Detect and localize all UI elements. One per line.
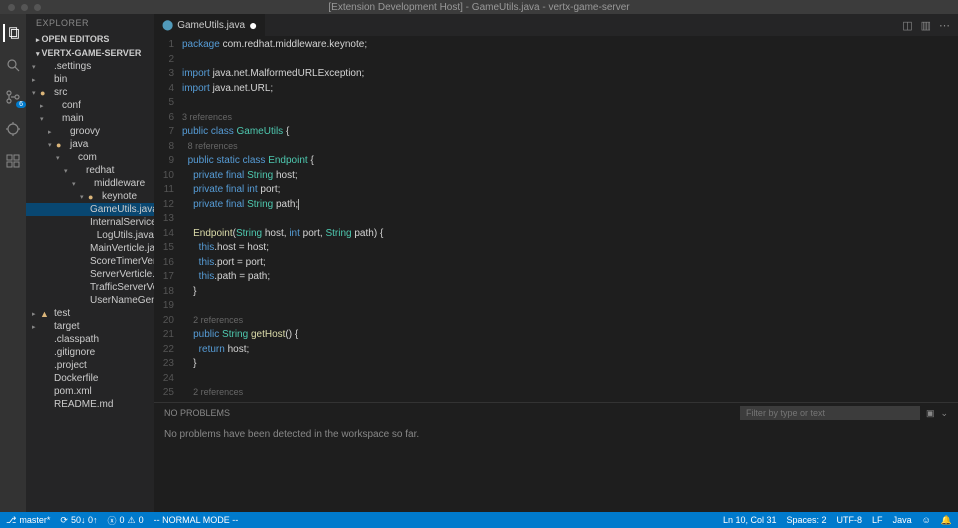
collapse-icon[interactable]: ▣ [926, 408, 935, 419]
activity-bar [0, 14, 26, 512]
scm-icon[interactable] [4, 88, 22, 106]
minimize-window[interactable] [21, 4, 28, 11]
folder-com[interactable]: ▾com [26, 151, 154, 164]
problems-filter-input[interactable] [740, 406, 920, 420]
tab-label: GameUtils.java [177, 20, 245, 31]
folder-icon: ● [56, 140, 68, 150]
folder-java[interactable]: ▾●java [26, 138, 154, 151]
folder-keynote[interactable]: ▾●keynote [26, 190, 154, 203]
line-gutter: 1234567891011121314151617181920212223242… [154, 36, 182, 402]
status-errors[interactable]: ⓧ 0 ⚠ 0 [107, 514, 143, 527]
folder-redhat[interactable]: ▾redhat [26, 164, 154, 177]
maximize-window[interactable] [34, 4, 41, 11]
tab-bar: ⬤ GameUtils.java ● ◫ ▥ ⋯ [154, 14, 958, 36]
status-feedback[interactable]: ☺ [922, 515, 931, 526]
status-bell-icon[interactable]: 🔔 [941, 515, 952, 526]
file-README.md[interactable]: README.md [26, 398, 154, 411]
close-panel-icon[interactable]: ⌄ [940, 408, 948, 419]
status-bar: ⎇ master* ⟳ 50↓ 0↑ ⓧ 0 ⚠ 0 -- NORMAL MOD… [0, 512, 958, 528]
folder-middleware[interactable]: ▾middleware [26, 177, 154, 190]
folder-.settings[interactable]: ▾.settings [26, 60, 154, 73]
status-lang[interactable]: Java [893, 515, 912, 526]
window-controls[interactable] [8, 4, 41, 11]
file-pom.xml[interactable]: pom.xml [26, 385, 154, 398]
sidebar-title: EXPLORER [26, 14, 154, 32]
file-MainVerticle.java[interactable]: MainVerticle.java [26, 242, 154, 255]
code-editor[interactable]: 1234567891011121314151617181920212223242… [154, 36, 958, 402]
file-GameUtils.java[interactable]: GameUtils.java [26, 203, 154, 216]
file-UserNameGenerat...[interactable]: UserNameGenerat... [26, 294, 154, 307]
folder-src[interactable]: ▾●src [26, 86, 154, 99]
problems-message: No problems have been detected in the wo… [154, 423, 958, 446]
folder-main[interactable]: ▾main [26, 112, 154, 125]
problems-panel: NO PROBLEMS ▣ ⌄ No problems have been de… [154, 402, 958, 512]
more-icon[interactable]: ⋯ [939, 19, 950, 32]
file-.classpath[interactable]: .classpath [26, 333, 154, 346]
editor-area: ⬤ GameUtils.java ● ◫ ▥ ⋯ 123456789101112… [154, 14, 958, 512]
folder-target[interactable]: ▸target [26, 320, 154, 333]
file-ScoreTimerVerticl...[interactable]: ScoreTimerVerticl... [26, 255, 154, 268]
close-window[interactable] [8, 4, 15, 11]
split-editor-icon[interactable]: ◫ [902, 19, 912, 32]
file-.gitignore[interactable]: .gitignore [26, 346, 154, 359]
folder-conf[interactable]: ▸conf [26, 99, 154, 112]
explorer-icon[interactable] [3, 24, 21, 42]
status-branch[interactable]: ⎇ master* [6, 515, 50, 526]
dirty-dot-icon: ● [249, 21, 257, 29]
titlebar: [Extension Development Host] - GameUtils… [0, 0, 958, 14]
file-InternalServiceVert...[interactable]: InternalServiceVert... [26, 216, 154, 229]
folder-icon: ▲ [40, 309, 52, 319]
folder-groovy[interactable]: ▸groovy [26, 125, 154, 138]
sidebar: EXPLORER OPEN EDITORS VERTX-GAME-SERVER … [26, 14, 154, 512]
layout-icon[interactable]: ▥ [921, 19, 931, 32]
project-section[interactable]: VERTX-GAME-SERVER [26, 46, 154, 60]
debug-icon[interactable] [4, 120, 22, 138]
folder-icon: ● [88, 192, 100, 202]
file-tree: ▾.settings▸bin▾●src▸conf▾main▸groovy▾●ja… [26, 60, 154, 512]
search-icon[interactable] [4, 56, 22, 74]
file-TrafficServerVerti...[interactable]: TrafficServerVerti... [26, 281, 154, 294]
file-LogUtils.java[interactable]: LogUtils.java [26, 229, 154, 242]
file-ServerVerticle.java[interactable]: ServerVerticle.java [26, 268, 154, 281]
code-content[interactable]: package com.redhat.middleware.keynote; i… [182, 36, 958, 402]
open-editors-section[interactable]: OPEN EDITORS [26, 32, 154, 46]
status-eol[interactable]: LF [872, 515, 883, 526]
tab-gameutils[interactable]: ⬤ GameUtils.java ● [154, 14, 265, 36]
file-Dockerfile[interactable]: Dockerfile [26, 372, 154, 385]
extensions-icon[interactable] [4, 152, 22, 170]
status-sync[interactable]: ⟳ 50↓ 0↑ [60, 515, 97, 526]
folder-bin[interactable]: ▸bin [26, 73, 154, 86]
status-spaces[interactable]: Spaces: 2 [787, 515, 827, 526]
status-mode: -- NORMAL MODE -- [154, 515, 239, 525]
file-java-icon: ⬤ [162, 20, 173, 31]
file-.project[interactable]: .project [26, 359, 154, 372]
window-title: [Extension Development Host] - GameUtils… [328, 2, 629, 13]
panel-title: NO PROBLEMS [164, 408, 230, 418]
status-position[interactable]: Ln 10, Col 31 [723, 515, 777, 526]
folder-test[interactable]: ▸▲test [26, 307, 154, 320]
status-encoding[interactable]: UTF-8 [837, 515, 863, 526]
folder-icon: ● [40, 88, 52, 98]
